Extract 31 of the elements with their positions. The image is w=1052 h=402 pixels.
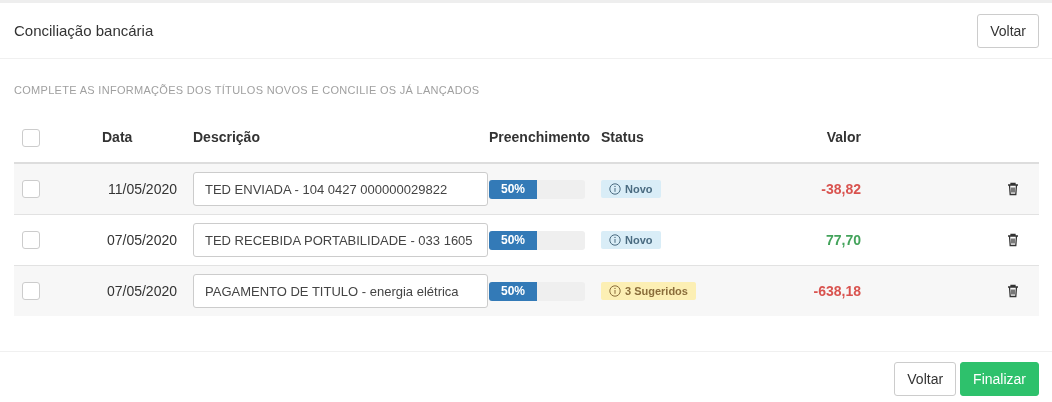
status-badge: Novo bbox=[601, 180, 661, 198]
trash-icon[interactable] bbox=[1007, 284, 1019, 298]
progress-fill: 50% bbox=[489, 230, 537, 250]
column-header: Descrição bbox=[193, 129, 260, 145]
description-field[interactable]: TED ENVIADA - 104 0427 000000029822 bbox=[193, 172, 488, 206]
row-checkbox[interactable] bbox=[22, 231, 40, 249]
page-title: Conciliação bancária bbox=[14, 22, 154, 39]
select-all-checkbox[interactable] bbox=[22, 129, 40, 147]
amount-value: -38,82 bbox=[821, 181, 861, 197]
amount-value: 77,70 bbox=[825, 232, 861, 248]
column-header: Data bbox=[102, 129, 133, 145]
date-cell: 11/05/2020 bbox=[107, 181, 177, 197]
description-field[interactable]: TED RECEBIDA PORTABILIDADE - 033 1605 bbox=[193, 223, 488, 257]
column-header: Preenchimento bbox=[489, 129, 591, 145]
trash-icon[interactable] bbox=[1007, 182, 1019, 196]
progress-fill: 50% bbox=[489, 179, 537, 199]
amount-value: -638,18 bbox=[813, 283, 861, 299]
row-checkbox[interactable] bbox=[22, 180, 40, 198]
instruction-text: COMPLETE AS INFORMAÇÕES DOS TÍTULOS NOVOS E CONCILIE OS JÁ LANÇADOS bbox=[14, 84, 481, 98]
column-header: Status bbox=[601, 129, 644, 145]
back-button[interactable]: Voltar bbox=[977, 13, 1039, 48]
progress-fill: 50% bbox=[489, 281, 537, 301]
status-badge: Novo bbox=[601, 231, 661, 249]
back-button[interactable]: Voltar bbox=[894, 362, 957, 396]
date-cell: 07/05/2020 bbox=[106, 232, 177, 248]
date-cell: 07/05/2020 bbox=[106, 283, 177, 299]
column-header: Valor bbox=[826, 129, 861, 145]
status-badge: 3 Sugeridos bbox=[601, 282, 696, 300]
description-field[interactable]: PAGAMENTO DE TITULO - energia elétrica bbox=[193, 274, 488, 308]
trash-icon[interactable] bbox=[1007, 233, 1019, 247]
row-checkbox[interactable] bbox=[22, 282, 40, 300]
